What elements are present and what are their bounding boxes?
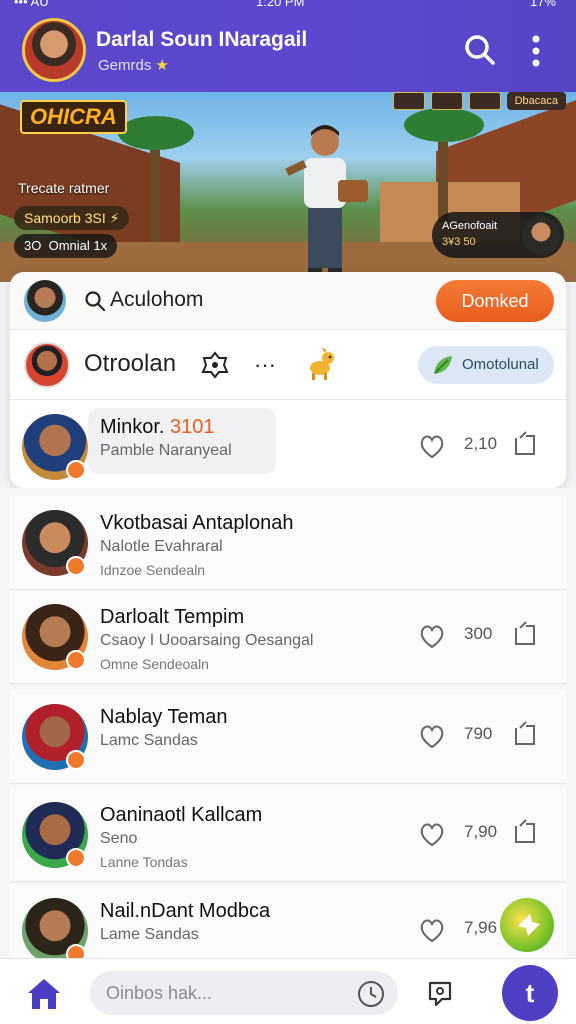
hero-chip[interactable]: Samoorb 3SI ⚡ bbox=[14, 206, 130, 230]
item-subtitle: Lamc Sandas bbox=[100, 732, 198, 749]
hero-caption: Trecate ratmer bbox=[18, 180, 110, 196]
item-name: Darloalt Tempim bbox=[100, 606, 245, 628]
profile-avatar[interactable] bbox=[22, 18, 86, 82]
heart-icon[interactable] bbox=[418, 820, 446, 848]
heart-icon[interactable] bbox=[418, 722, 446, 750]
status-bar: ••• AU 1:20 PM 17% bbox=[0, 0, 576, 10]
share-icon[interactable] bbox=[512, 720, 538, 748]
palm-leaves bbox=[118, 116, 194, 150]
subtitle-text: Gemrds bbox=[98, 57, 152, 74]
page-subtitle: Gemrds ★ bbox=[98, 56, 169, 74]
item-name: Nablay Teman bbox=[100, 706, 228, 728]
main-card: Aculohom Domked Otroolan ··· Omotolunal bbox=[10, 272, 566, 488]
online-indicator bbox=[66, 848, 86, 868]
item-subtitle: Nalotle Evahraral bbox=[100, 538, 223, 555]
share-icon[interactable] bbox=[512, 430, 538, 458]
profile-row: Otroolan ··· Omotolunal bbox=[10, 330, 566, 400]
hero-stats-chip[interactable]: 3O Omnial 1x bbox=[14, 234, 118, 258]
status-time: 1:20 PM bbox=[256, 0, 305, 9]
user-avatar[interactable] bbox=[24, 280, 66, 322]
app-bar: ••• AU 1:20 PM 17% Darlal Soun INaragail… bbox=[0, 0, 576, 92]
hero-top-badges: Dbacaca bbox=[392, 92, 566, 110]
like-count: 2,10 bbox=[464, 434, 498, 453]
online-indicator bbox=[66, 650, 86, 670]
hero-player-card[interactable]: AGenofoait 3¥3 50 bbox=[432, 212, 564, 258]
item-subtitle: Lame Sandas bbox=[100, 926, 199, 943]
item-subtitle: Seno bbox=[100, 830, 138, 847]
search-row: Aculohom Domked bbox=[10, 272, 566, 330]
list-item[interactable]: Vkotbasai Antaplonah Nalotle Evahraral Idn… bbox=[10, 496, 566, 590]
chat-icon[interactable] bbox=[424, 977, 456, 1009]
status-pill[interactable]: Omotolunal bbox=[418, 346, 554, 384]
dog-icon[interactable] bbox=[302, 346, 338, 382]
more-horizontal-icon[interactable]: ··· bbox=[254, 352, 276, 378]
heart-icon[interactable] bbox=[418, 622, 446, 650]
hero-stat-left: 3O bbox=[24, 238, 42, 253]
primary-action-button[interactable]: Domked bbox=[436, 280, 554, 322]
compose-fab[interactable]: t bbox=[502, 965, 558, 1021]
like-count: 7,90 bbox=[464, 822, 498, 841]
bottom-bar: t bbox=[0, 958, 576, 1024]
item-name-text: Minkor. bbox=[100, 416, 165, 438]
player-thumbnail[interactable] bbox=[392, 92, 425, 110]
play-button[interactable] bbox=[500, 898, 554, 952]
hero-top-badge[interactable]: Dbacaca bbox=[506, 92, 566, 110]
page-title: Darlal Soun INaragail bbox=[96, 28, 308, 51]
status-pill-label: Omotolunal bbox=[462, 356, 539, 373]
leaf-icon bbox=[434, 356, 452, 374]
item-meta: Omne Sendeoaln bbox=[100, 656, 209, 672]
list-item[interactable]: Oaninaotl Kallcam Seno Lanne Tondas 7,90 bbox=[10, 788, 566, 882]
like-count: 7,96 bbox=[464, 918, 498, 937]
game-logo: OHICRA bbox=[20, 100, 127, 134]
heart-icon[interactable] bbox=[418, 916, 446, 944]
share-icon[interactable] bbox=[512, 620, 538, 648]
item-subtitle: Pamble Naranyeal bbox=[100, 442, 232, 459]
hero-chip-label: Samoorb 3SI bbox=[24, 210, 106, 226]
profile-avatar-small[interactable] bbox=[24, 342, 70, 388]
item-subtitle: Csaoy I Uooarsaing Oesangal bbox=[100, 632, 314, 649]
online-indicator bbox=[66, 460, 86, 480]
list-item[interactable]: Minkor. 3101 Pamble Naranyeal 2,10 bbox=[10, 400, 566, 488]
item-name: Minkor. 3101 bbox=[100, 416, 215, 439]
palm-leaves bbox=[404, 108, 484, 142]
status-battery: 17% bbox=[529, 0, 556, 9]
item-meta: Lanne Tondas bbox=[100, 854, 188, 870]
online-indicator bbox=[66, 750, 86, 770]
hero-card-line2: 3¥3 50 bbox=[442, 236, 476, 248]
hero-card-avatar bbox=[522, 216, 560, 254]
search-query[interactable]: Aculohom bbox=[110, 288, 203, 312]
badge-icon[interactable] bbox=[200, 350, 230, 380]
status-left: ••• AU bbox=[14, 0, 49, 9]
item-name: Vkotbasai Antaplonah bbox=[100, 512, 294, 534]
hero-character bbox=[285, 125, 368, 280]
like-count: 790 bbox=[464, 724, 493, 743]
profile-name: Otroolan bbox=[84, 350, 177, 377]
online-indicator bbox=[66, 556, 86, 576]
hero-banner[interactable]: OHICRA Dbacaca Trecate ratmer Samoorb 3S… bbox=[0, 92, 576, 282]
item-name: Oaninaotl Kallcam bbox=[100, 804, 263, 826]
clock-icon[interactable] bbox=[356, 979, 386, 1009]
hero-stat-right: Omnial 1x bbox=[48, 238, 108, 253]
hero-card-line1: AGenofoait bbox=[442, 220, 498, 232]
lightning-icon: ⚡ bbox=[109, 210, 120, 226]
heart-icon[interactable] bbox=[418, 432, 446, 460]
more-vertical-icon[interactable] bbox=[526, 34, 546, 68]
item-name-accent: 3101 bbox=[170, 416, 215, 438]
item-meta: Idnzoe Sendealn bbox=[100, 562, 206, 578]
item-name: Nail.nDant Modbca bbox=[100, 900, 271, 922]
list-item[interactable]: Darloalt Tempim Csaoy I Uooarsaing Oesang… bbox=[10, 590, 566, 684]
player-thumbnail[interactable] bbox=[430, 92, 463, 110]
search-icon[interactable] bbox=[464, 34, 496, 66]
list-item[interactable]: Nablay Teman Lamc Sandas 790 bbox=[10, 690, 566, 784]
message-input[interactable] bbox=[90, 971, 398, 1015]
home-icon[interactable] bbox=[26, 977, 62, 1011]
share-icon[interactable] bbox=[512, 818, 538, 846]
like-count: 300 bbox=[464, 624, 493, 643]
star-icon: ★ bbox=[155, 57, 169, 74]
arrow-icon bbox=[518, 914, 540, 936]
player-thumbnail[interactable] bbox=[468, 92, 501, 110]
search-icon bbox=[85, 291, 106, 312]
